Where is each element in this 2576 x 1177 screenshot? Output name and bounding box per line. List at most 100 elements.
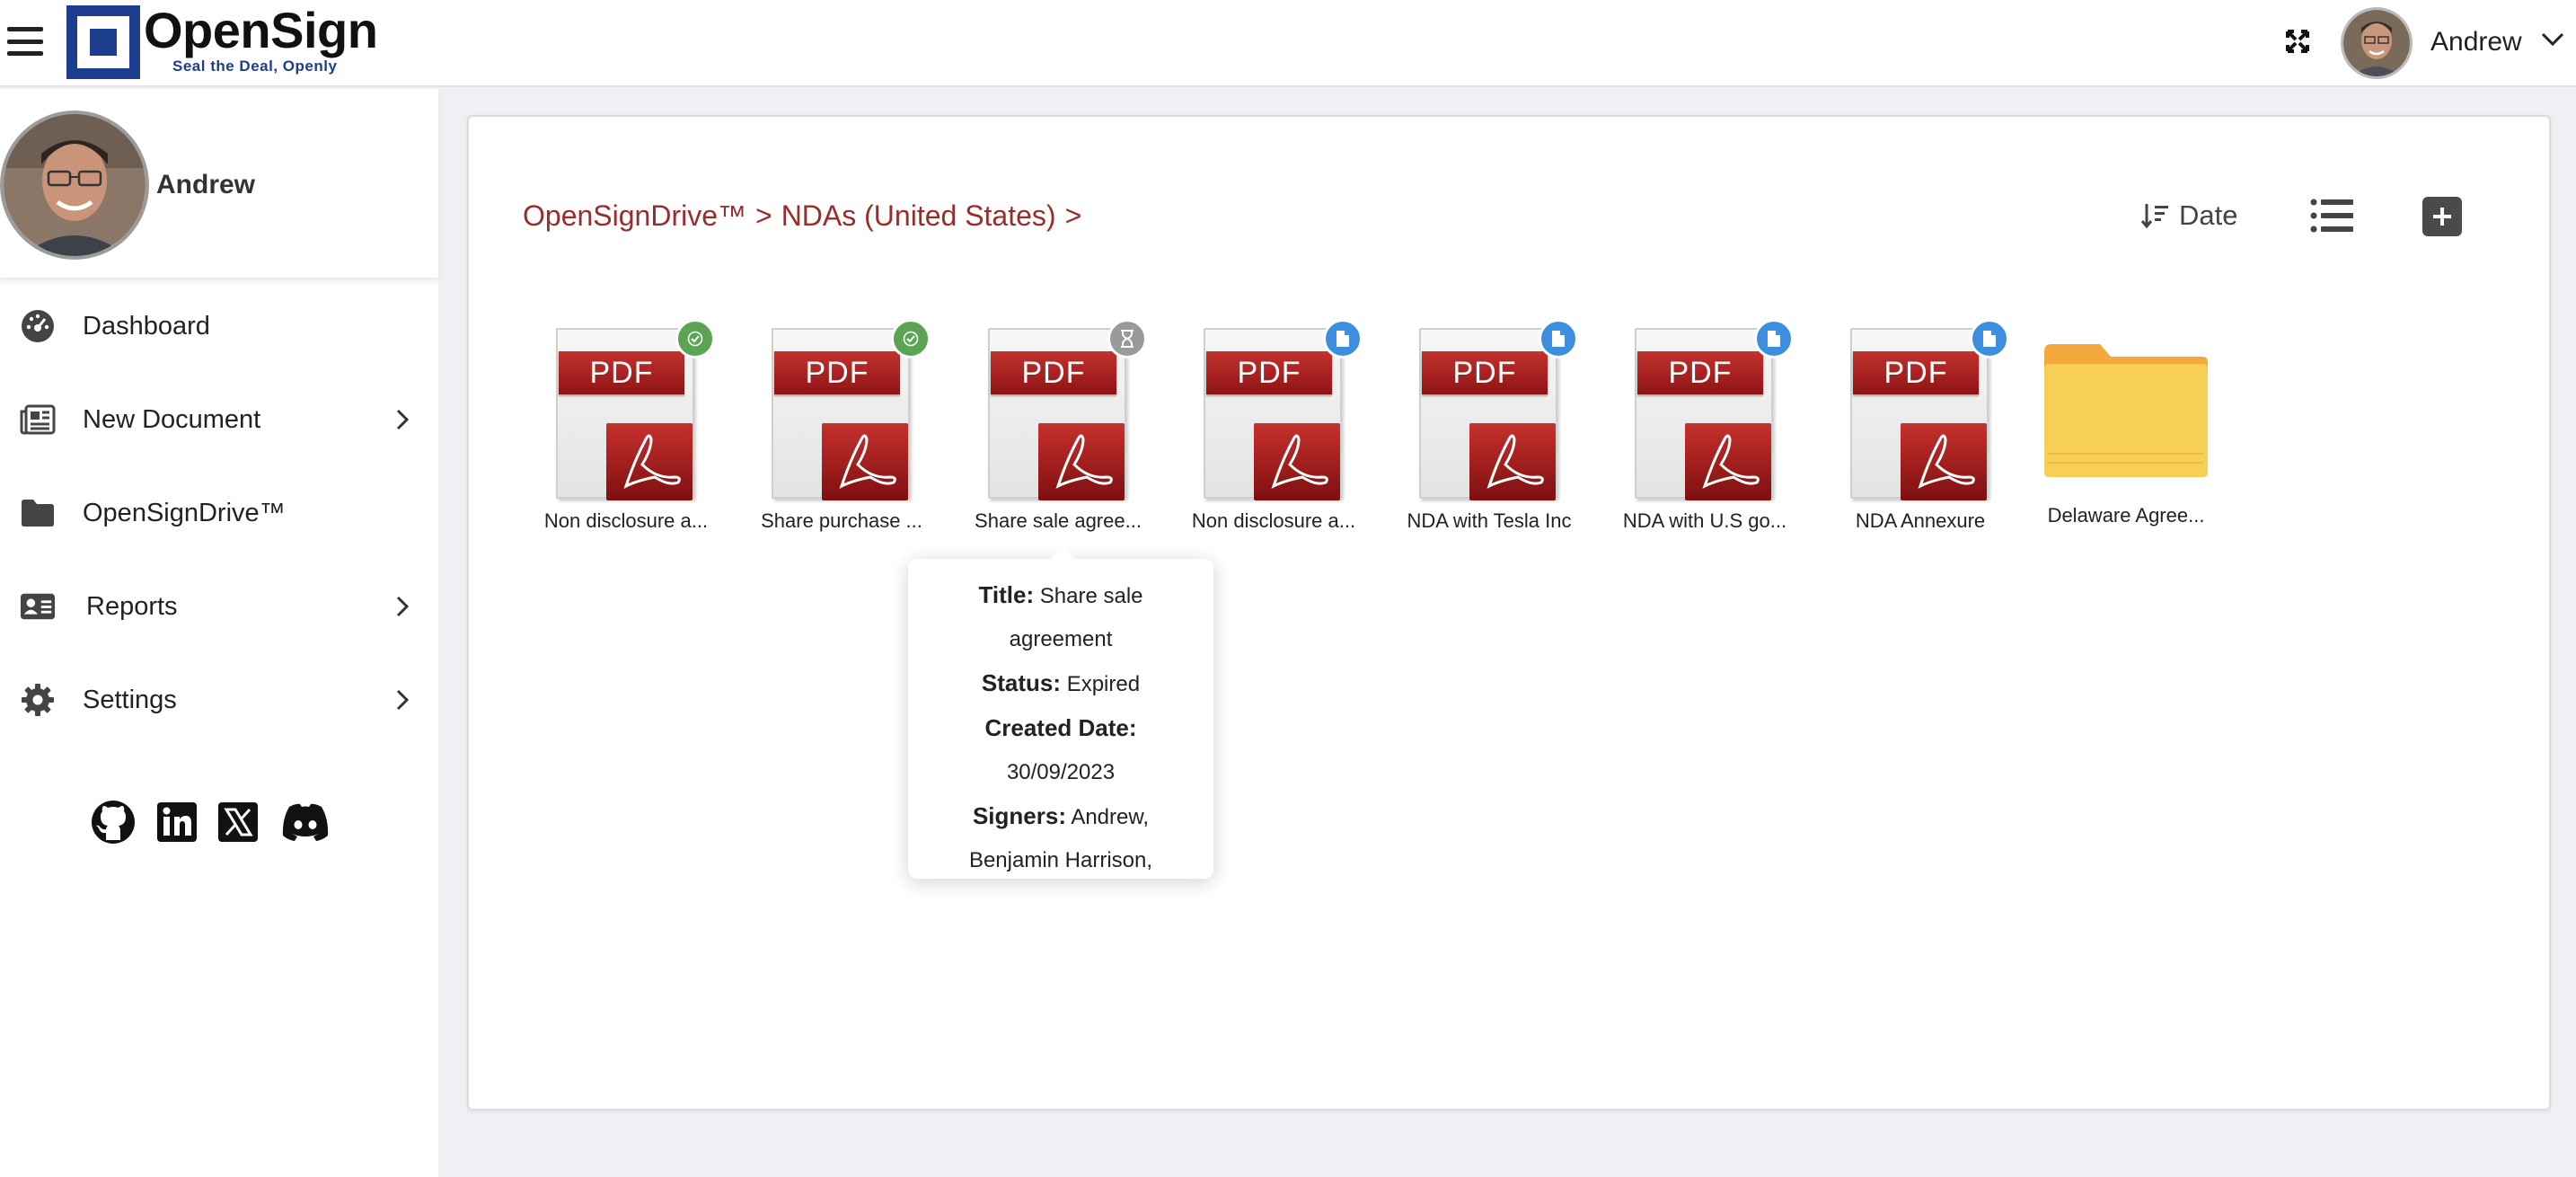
file-name: Share purchase ... — [761, 509, 922, 532]
tooltip-status-value: Expired — [1066, 672, 1141, 696]
chevron-right-icon — [396, 596, 410, 617]
pdf-file-icon: PDF — [1850, 328, 1989, 500]
file-name: Non disclosure a... — [543, 509, 709, 532]
file-icon — [1983, 331, 1996, 347]
sort-button[interactable]: Date — [2139, 199, 2237, 232]
file-item[interactable]: PDF NDA with Tesla Inc — [1386, 319, 1578, 535]
pdf-label: PDF — [1637, 351, 1763, 394]
drive-panel: OpenSignDrive™ > NDAs (United States) > … — [467, 115, 2551, 1111]
sidebar-item-label: OpenSignDrive™ — [83, 498, 286, 527]
draft-status-badge — [1323, 319, 1363, 358]
plus-icon — [2433, 208, 2451, 226]
sort-descending-icon — [2140, 204, 2168, 229]
draft-status-badge — [1539, 319, 1578, 358]
sidebar-item-reports[interactable]: Reports — [0, 560, 438, 653]
discord-icon[interactable] — [278, 801, 332, 847]
social-links — [90, 799, 332, 850]
folder-icon — [2044, 344, 2208, 477]
file-icon — [1768, 331, 1780, 347]
signed-status-badge — [675, 319, 715, 358]
file-icon — [1552, 331, 1565, 347]
check-icon — [687, 331, 703, 347]
pdf-file-icon: PDF — [1635, 328, 1773, 500]
file-item[interactable]: PDF Share sale agree... — [955, 319, 1147, 535]
sidebar-item-dashboard[interactable]: Dashboard — [0, 279, 438, 373]
tooltip-created-value: 30/09/2023 — [1006, 760, 1116, 784]
sidebar-item-new-document[interactable]: New Document — [0, 373, 438, 466]
tooltip-signers-label: Signers: — [972, 802, 1066, 829]
profile-avatar[interactable] — [0, 111, 149, 260]
folder-name: Delaware Agree... — [2047, 504, 2205, 527]
sort-label: Date — [2179, 199, 2238, 231]
pdf-file-icon: PDF — [988, 328, 1126, 500]
list-view-icon[interactable] — [2310, 198, 2353, 234]
folder-item[interactable]: Delaware Agree... — [2032, 319, 2220, 535]
tooltip-title-label: Title: — [978, 581, 1035, 608]
folder-icon — [20, 495, 56, 531]
draft-status-badge — [1970, 319, 2009, 358]
pdf-file-icon: PDF — [772, 328, 910, 500]
check-icon — [903, 331, 919, 347]
gear-icon — [20, 682, 56, 718]
signed-status-badge — [891, 319, 931, 358]
user-avatar[interactable] — [2341, 7, 2413, 79]
breadcrumb-separator: > — [1064, 199, 1082, 232]
expired-status-badge — [1107, 319, 1147, 358]
linkedin-icon[interactable] — [156, 801, 198, 847]
file-item[interactable]: PDF Share purchase ... — [738, 319, 931, 535]
tooltip-signers-value-continued: Benjamin Harrison, — [968, 848, 1153, 872]
pdf-label: PDF — [991, 351, 1116, 394]
file-details-tooltip: Title: Share sale agreement Status: Expi… — [908, 546, 1213, 879]
file-item[interactable]: PDF Non disclosure a... — [523, 319, 715, 535]
breadcrumb-item-folder[interactable]: NDAs (United States) — [781, 199, 1056, 233]
pdf-file-icon: PDF — [1419, 328, 1557, 500]
fullscreen-icon[interactable] — [2286, 30, 2309, 53]
file-item[interactable]: PDF NDA with U.S go... — [1601, 319, 1794, 535]
top-bar: OpenSign Seal the Deal, Openly Andrew — [0, 0, 2576, 87]
pdf-label: PDF — [774, 351, 900, 394]
chevron-right-icon — [396, 689, 410, 711]
sidebar-menu: Dashboard New Document OpenSignDrive™ Re… — [0, 279, 438, 747]
file-item[interactable]: PDF NDA Annexure — [1817, 319, 2009, 535]
tooltip-title-value: Share sale — [1039, 584, 1143, 608]
sidebar-item-label: Settings — [83, 685, 177, 714]
brand-tagline: Seal the Deal, Openly — [172, 58, 338, 75]
file-grid: PDF Non disclosure a... PDF Share purcha… — [523, 319, 2499, 553]
brand-logo[interactable]: OpenSign Seal the Deal, Openly — [66, 2, 378, 79]
sidebar-item-label: New Document — [83, 404, 261, 434]
sidebar: Andrew Dashboard New Document OpenSignDr… — [0, 89, 438, 1177]
newspaper-icon — [20, 402, 56, 438]
pdf-label: PDF — [559, 351, 684, 394]
hourglass-icon — [1121, 330, 1134, 348]
id-card-icon — [20, 588, 56, 624]
file-name: NDA with Tesla Inc — [1407, 509, 1572, 532]
sidebar-profile: Andrew — [0, 89, 438, 279]
user-name[interactable]: Andrew — [2430, 27, 2522, 58]
pdf-file-icon: PDF — [1204, 328, 1342, 500]
tooltip-created-label: Created Date: — [984, 714, 1137, 741]
sidebar-item-opensigndrive[interactable]: OpenSignDrive™ — [0, 466, 438, 560]
breadcrumb-separator: > — [755, 199, 772, 232]
profile-name: Andrew — [156, 170, 256, 199]
draft-status-badge — [1754, 319, 1794, 358]
sidebar-item-settings[interactable]: Settings — [0, 653, 438, 747]
sidebar-item-label: Reports — [86, 591, 178, 621]
opensign-logo-icon — [66, 5, 140, 79]
add-folder-button[interactable] — [2422, 197, 2462, 236]
file-icon — [1337, 331, 1349, 347]
hamburger-menu-icon[interactable] — [7, 27, 43, 56]
breadcrumb-item-root[interactable]: OpenSignDrive™ — [523, 199, 746, 233]
pdf-label: PDF — [1206, 351, 1332, 394]
tooltip-title-value-continued: agreement — [1009, 627, 1113, 651]
brand-name: OpenSign — [144, 2, 378, 58]
dashboard-icon — [20, 308, 56, 344]
chevron-down-icon[interactable] — [2540, 31, 2565, 49]
file-name: NDA Annexure — [1855, 509, 1986, 532]
pdf-label: PDF — [1422, 351, 1548, 394]
file-item[interactable]: PDF Non disclosure a... — [1170, 319, 1363, 535]
file-name: Share sale agree... — [975, 509, 1142, 532]
tooltip-signers-value: Andrew, — [1071, 805, 1150, 829]
x-icon[interactable] — [217, 801, 259, 847]
github-icon[interactable] — [90, 799, 137, 850]
breadcrumb: OpenSignDrive™ > NDAs (United States) > — [523, 199, 1081, 233]
